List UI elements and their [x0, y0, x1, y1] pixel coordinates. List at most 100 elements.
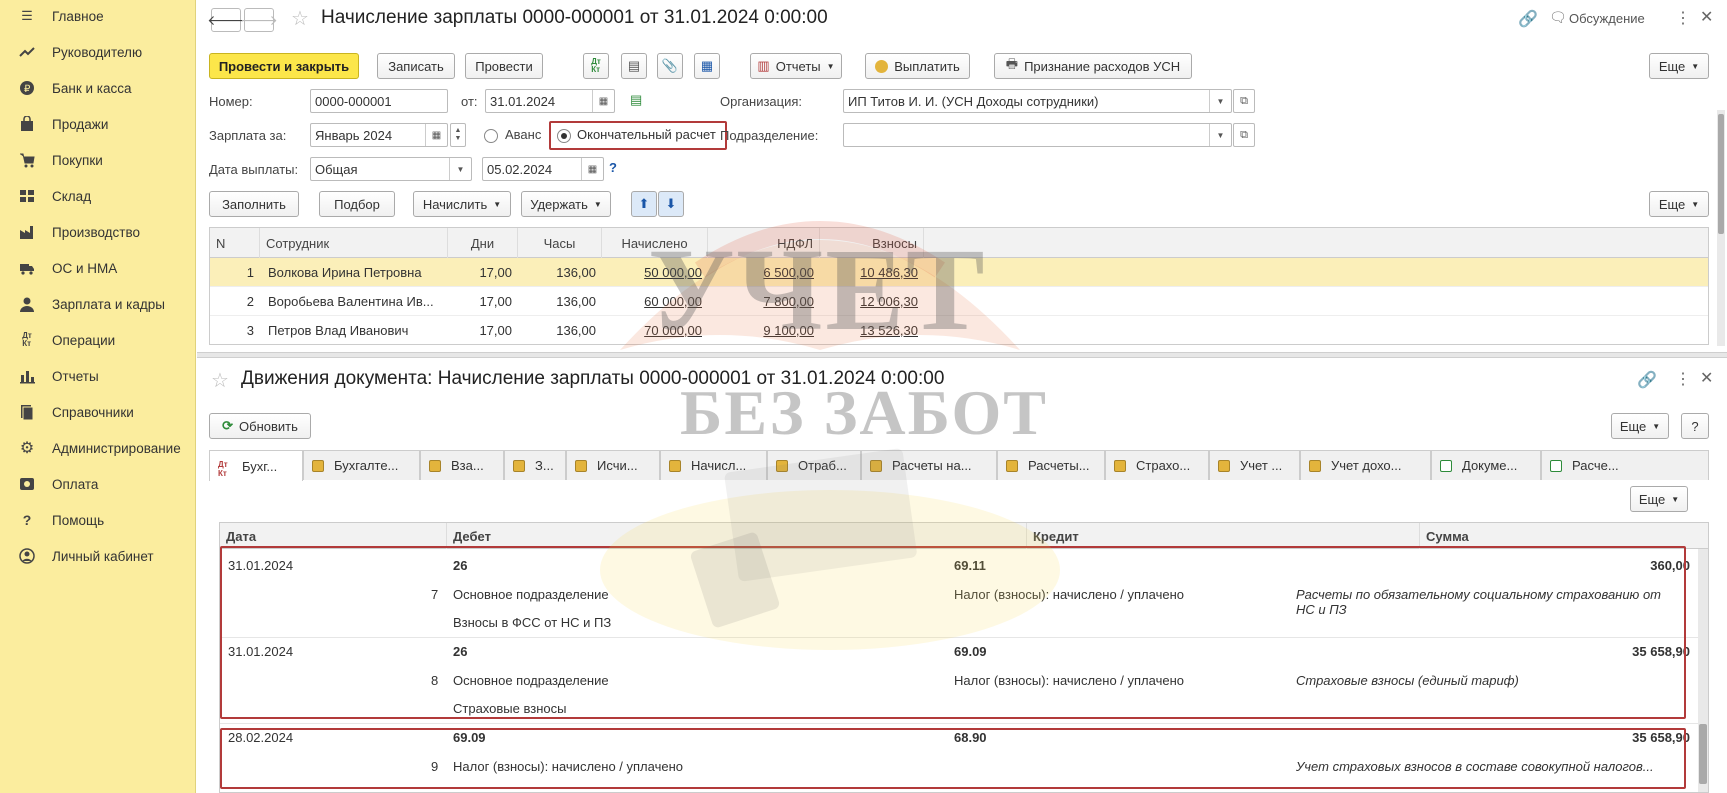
- column-header[interactable]: Часы: [518, 228, 602, 258]
- open-department-button[interactable]: ⧉: [1233, 123, 1255, 147]
- sidebar-item-purchases[interactable]: Покупки: [0, 145, 196, 175]
- column-header[interactable]: Начислено: [602, 228, 708, 258]
- table-row[interactable]: 2 Воробьева Валентина Ив... 17,00 136,00…: [210, 287, 1708, 316]
- post-button[interactable]: Провести: [465, 53, 543, 79]
- forward-button[interactable]: 🡒: [240, 8, 278, 32]
- structure-button[interactable]: ▦: [694, 53, 720, 79]
- document-scrollbar[interactable]: [1717, 110, 1725, 346]
- date-input[interactable]: 31.01.2024 ▦: [485, 89, 615, 113]
- tab-register[interactable]: Расчеты на...: [861, 450, 997, 480]
- sidebar-item-manager[interactable]: Руководителю: [0, 37, 196, 67]
- more-vert-icon[interactable]: ⋮: [1675, 369, 1691, 389]
- ndfl-link[interactable]: 6 500,00: [708, 258, 814, 287]
- attach-button[interactable]: 📎: [657, 53, 683, 79]
- sidebar-item-catalogs[interactable]: Справочники: [0, 397, 196, 427]
- sidebar-item-admin[interactable]: ⚙ Администрирование: [0, 433, 196, 463]
- save-button[interactable]: Записать: [377, 53, 455, 79]
- movements-more-button[interactable]: Еще ▼: [1611, 413, 1669, 439]
- final-settlement-radio[interactable]: [557, 129, 571, 143]
- tab-register[interactable]: Начисл...: [660, 450, 767, 480]
- more-button[interactable]: Еще ▼: [1649, 53, 1709, 79]
- deduct-button[interactable]: Удержать ▼: [521, 191, 611, 217]
- close-icon[interactable]: ✕: [1700, 368, 1713, 388]
- table-row[interactable]: 1 Волкова Ирина Петровна 17,00 136,00 50…: [210, 258, 1708, 287]
- period-input[interactable]: Январь 2024 ▦: [310, 123, 448, 147]
- sidebar-item-sales[interactable]: Продажи: [0, 109, 196, 139]
- sidebar-item-reports[interactable]: Отчеты: [0, 361, 196, 391]
- column-header[interactable]: Взносы: [820, 228, 924, 258]
- pay-date-input[interactable]: 05.02.2024 ▦: [482, 157, 604, 181]
- link-icon[interactable]: 🔗: [1518, 9, 1538, 29]
- sidebar-item-fixed-assets[interactable]: ОС и НМА: [0, 253, 196, 283]
- tab-register[interactable]: Учет дохо...: [1300, 450, 1431, 480]
- column-header[interactable]: НДФЛ: [708, 228, 820, 258]
- link-icon[interactable]: 🔗: [1637, 370, 1657, 390]
- advance-radio[interactable]: [484, 129, 498, 143]
- help-button[interactable]: ?: [1681, 413, 1709, 439]
- table-row[interactable]: 3 Петров Влад Иванович 17,00 136,00 70 0…: [210, 316, 1708, 344]
- back-button[interactable]: 🡐: [207, 8, 245, 32]
- sidebar-item-operations[interactable]: Дт Кт Операции: [0, 325, 196, 355]
- calendar-icon[interactable]: ▦: [581, 158, 603, 180]
- close-icon[interactable]: ✕: [1700, 7, 1713, 27]
- sidebar-item-help[interactable]: ? Помощь: [0, 505, 196, 535]
- chevron-down-icon[interactable]: ▼: [1209, 90, 1231, 112]
- fill-button[interactable]: Заполнить: [209, 191, 299, 217]
- organization-input[interactable]: ИП Титов И. И. (УСН Доходы сотрудники) ▼: [843, 89, 1232, 113]
- favorite-star-icon[interactable]: ☆: [291, 6, 309, 31]
- sidebar-item-production[interactable]: Производство: [0, 217, 196, 247]
- sidebar-item-bank[interactable]: ₽ Банк и касса: [0, 73, 196, 103]
- tab-register[interactable]: Учет ...: [1209, 450, 1300, 480]
- help-link[interactable]: ?: [609, 160, 617, 175]
- accrued-link[interactable]: 50 000,00: [602, 258, 702, 287]
- accrue-button[interactable]: Начислить ▼: [413, 191, 511, 217]
- select-button[interactable]: Подбор: [319, 191, 395, 217]
- sidebar-item-salary[interactable]: Зарплата и кадры: [0, 289, 196, 319]
- column-header[interactable]: Сумма: [1420, 523, 1708, 549]
- grid-more-button[interactable]: Еще ▼: [1649, 191, 1709, 217]
- column-header[interactable]: Сотрудник: [260, 228, 448, 258]
- accrued-link[interactable]: 70 000,00: [602, 316, 702, 344]
- discussion-link[interactable]: Обсуждение: [1569, 11, 1645, 26]
- more-vert-icon[interactable]: ⋮: [1675, 8, 1691, 28]
- tab-register[interactable]: З...: [504, 450, 566, 480]
- tab-register[interactable]: Докуме...: [1431, 450, 1541, 480]
- contributions-link[interactable]: 10 486,30: [820, 258, 918, 287]
- sidebar-item-warehouse[interactable]: Склад: [0, 181, 196, 211]
- usn-expenses-button[interactable]: 🖶 Признание расходов УСН: [994, 53, 1192, 79]
- open-organization-button[interactable]: ⧉: [1233, 89, 1255, 113]
- chevron-down-icon[interactable]: ▼: [449, 158, 471, 180]
- tab-register[interactable]: Расчеты...: [997, 450, 1105, 480]
- document-arrow-icon[interactable]: ▤: [630, 92, 642, 108]
- calendar-icon[interactable]: ▦: [425, 124, 447, 146]
- pay-button[interactable]: Выплатить: [865, 53, 970, 79]
- column-header[interactable]: Дата: [220, 523, 447, 549]
- entries-scrollbar[interactable]: [1698, 549, 1708, 792]
- print-list-button[interactable]: ▤: [621, 53, 647, 79]
- ndfl-link[interactable]: 7 800,00: [708, 287, 814, 316]
- tab-register[interactable]: Бухгалте...: [303, 450, 420, 480]
- contributions-link[interactable]: 13 526,30: [820, 316, 918, 344]
- post-and-close-button[interactable]: Провести и закрыть: [209, 53, 359, 79]
- sidebar-item-main[interactable]: ☰ Главное: [0, 1, 196, 31]
- sidebar-item-account[interactable]: Личный кабинет: [0, 541, 196, 571]
- entries-more-button[interactable]: Еще ▼: [1630, 486, 1688, 512]
- column-header[interactable]: N: [210, 228, 260, 258]
- ndfl-link[interactable]: 9 100,00: [708, 316, 814, 344]
- tab-register[interactable]: Отраб...: [767, 450, 861, 480]
- column-header[interactable]: Дебет: [447, 523, 1027, 549]
- column-header[interactable]: Кредит: [1027, 523, 1420, 549]
- tab-register[interactable]: Страхо...: [1105, 450, 1209, 480]
- period-stepper[interactable]: ▲ ▼: [450, 123, 466, 147]
- number-input[interactable]: 0000-000001: [310, 89, 448, 113]
- accrued-link[interactable]: 60 000,00: [602, 287, 702, 316]
- chevron-down-icon[interactable]: ▼: [1209, 124, 1231, 146]
- dt-kt-button[interactable]: Дт Кт: [583, 53, 609, 79]
- reports-button[interactable]: ▥ Отчеты ▼: [750, 53, 842, 79]
- tab-register[interactable]: Исчи...: [566, 450, 660, 480]
- move-down-button[interactable]: ⬇: [658, 191, 684, 217]
- tab-register[interactable]: Вза...: [420, 450, 504, 480]
- contributions-link[interactable]: 12 006,30: [820, 287, 918, 316]
- refresh-button[interactable]: ⟳ Обновить: [209, 413, 311, 439]
- pay-type-select[interactable]: Общая ▼: [310, 157, 472, 181]
